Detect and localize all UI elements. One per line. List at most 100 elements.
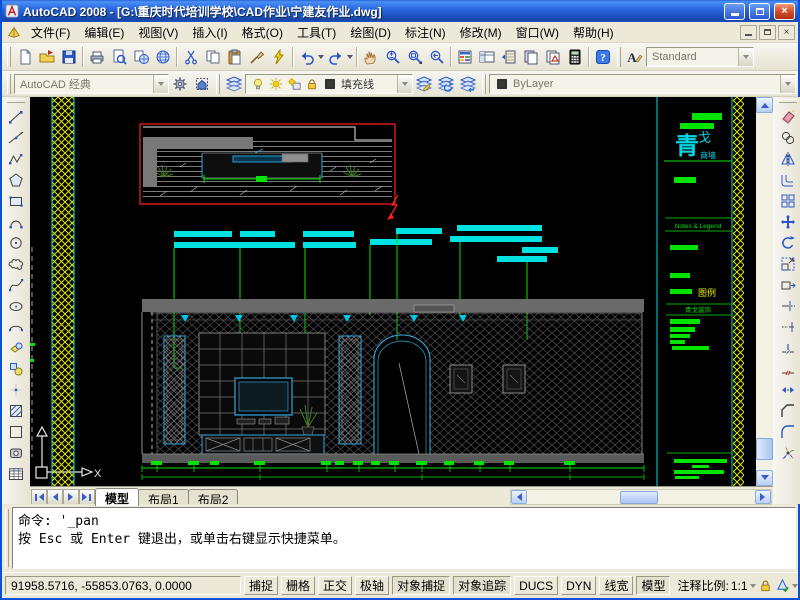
draw-table-button[interactable] (5, 463, 27, 484)
toolbar-grip[interactable] (7, 47, 11, 67)
toolbar-grip[interactable] (779, 99, 797, 103)
tab-prev-button[interactable] (47, 489, 63, 505)
my-workspace-button[interactable] (191, 73, 213, 95)
drawing-canvas[interactable]: X (30, 97, 756, 486)
modify-fillet-button[interactable] (777, 421, 799, 442)
help-button[interactable] (592, 46, 614, 68)
new-button[interactable] (14, 46, 36, 68)
draw-ellipse-arc-button[interactable] (5, 316, 27, 337)
menu-view[interactable]: 视图(V) (131, 22, 185, 43)
status-grid-button[interactable]: 栅格 (281, 576, 315, 595)
modify-rotate-button[interactable] (777, 232, 799, 253)
draw-line-button[interactable] (5, 106, 27, 127)
layer-color-swatch[interactable] (323, 77, 337, 91)
draw-ellipse-button[interactable] (5, 295, 27, 316)
undo-button[interactable] (296, 46, 318, 68)
draw-make-block-button[interactable] (5, 358, 27, 379)
workspace-settings-button[interactable] (169, 73, 191, 95)
publish-button[interactable] (130, 46, 152, 68)
lock-icon[interactable] (305, 77, 319, 91)
sheet-set-manager-button[interactable] (520, 46, 542, 68)
modify-explode-button[interactable] (777, 442, 799, 463)
draw-rectangle-button[interactable] (5, 190, 27, 211)
cut-button[interactable] (180, 46, 202, 68)
modify-extend-button[interactable] (777, 316, 799, 337)
plot-button[interactable] (86, 46, 108, 68)
scroll-up-button[interactable] (756, 97, 773, 113)
copy-button[interactable] (202, 46, 224, 68)
draw-arc-button[interactable] (5, 211, 27, 232)
text-style-button[interactable] (624, 46, 646, 68)
modify-erase-button[interactable] (777, 106, 799, 127)
modify-break-button[interactable] (777, 358, 799, 379)
modify-offset-button[interactable] (777, 169, 799, 190)
dwf3d-button[interactable] (152, 46, 174, 68)
scroll-right-button[interactable] (755, 490, 771, 504)
draw-point-button[interactable] (5, 379, 27, 400)
tab-next-button[interactable] (63, 489, 79, 505)
menu-window[interactable]: 窗口(W) (509, 22, 566, 43)
zoom-previous-button[interactable] (426, 46, 448, 68)
dropdown-button[interactable] (738, 48, 753, 66)
draw-insert-block-button[interactable] (5, 337, 27, 358)
make-object-layer-current-button[interactable] (413, 73, 435, 95)
paste-button[interactable] (224, 46, 246, 68)
open-button[interactable] (36, 46, 58, 68)
draw-spline-button[interactable] (5, 274, 27, 295)
draw-region-button[interactable] (5, 442, 27, 463)
modify-mirror-button[interactable] (777, 148, 799, 169)
draw-construction-line-button[interactable] (5, 127, 27, 148)
annotation-visibility-icon[interactable] (775, 578, 790, 593)
bulb-icon[interactable] (251, 77, 265, 91)
scroll-left-button[interactable] (511, 490, 527, 504)
draw-circle-button[interactable] (5, 232, 27, 253)
dropdown-button[interactable] (397, 75, 412, 93)
modify-move-button[interactable] (777, 211, 799, 232)
menu-dimension[interactable]: 标注(N) (398, 22, 453, 43)
status-osnap-button[interactable]: 对象捕捉 (392, 576, 450, 595)
vertical-scrollbar[interactable] (756, 97, 773, 486)
toolbar-grip[interactable] (482, 74, 486, 94)
status-dyn-button[interactable]: DYN (561, 576, 596, 595)
toolbar-grip[interactable] (7, 99, 25, 103)
workspace-combo[interactable]: AutoCAD 经典 (14, 74, 169, 94)
designcenter-button[interactable] (476, 46, 498, 68)
annotation-scale-dropdown[interactable] (750, 584, 756, 591)
modify-array-button[interactable] (777, 190, 799, 211)
command-history[interactable]: 命令: '_pan 按 Esc 或 Enter 键退出，或单击右键显示快捷菜单。 (12, 507, 796, 569)
restore-button[interactable] (749, 3, 770, 20)
scroll-down-button[interactable] (756, 470, 773, 486)
horizontal-scrollbar[interactable] (510, 489, 772, 505)
menu-draw[interactable]: 绘图(D) (343, 22, 398, 43)
command-prompt[interactable] (18, 546, 790, 564)
pan-button[interactable] (360, 46, 382, 68)
status-polar-button[interactable]: 极轴 (355, 576, 389, 595)
status-lwt-button[interactable]: 线宽 (599, 576, 633, 595)
properties-button[interactable] (454, 46, 476, 68)
menu-insert[interactable]: 插入(I) (185, 22, 234, 43)
markup-set-manager-button[interactable] (542, 46, 564, 68)
zoom-window-button[interactable] (404, 46, 426, 68)
status-model-button[interactable]: 模型 (636, 576, 670, 595)
status-otrack-button[interactable]: 对象追踪 (453, 576, 511, 595)
tab-first-button[interactable] (31, 489, 47, 505)
match-properties-button[interactable] (246, 46, 268, 68)
modify-join-button[interactable] (777, 379, 799, 400)
layer-combo[interactable]: 填充线 (245, 74, 413, 94)
modify-scale-button[interactable] (777, 253, 799, 274)
close-button[interactable]: × (774, 3, 795, 20)
draw-revision-cloud-button[interactable] (5, 253, 27, 274)
menu-format[interactable]: 格式(O) (235, 22, 290, 43)
status-menu-dropdown[interactable] (792, 584, 798, 591)
horizontal-scroll-thumb[interactable] (620, 491, 658, 504)
modify-stretch-button[interactable] (777, 274, 799, 295)
menu-modify[interactable]: 修改(M) (453, 22, 509, 43)
save-button[interactable] (58, 46, 80, 68)
status-ducs-button[interactable]: DUCS (514, 576, 558, 595)
undo-dropdown[interactable] (318, 55, 324, 62)
toolbar-grip[interactable] (216, 74, 220, 94)
menu-file[interactable]: 文件(F) (24, 22, 77, 43)
tab-model[interactable]: 模型 (95, 488, 139, 506)
modify-break-point-button[interactable] (777, 337, 799, 358)
tab-last-button[interactable] (79, 489, 95, 505)
